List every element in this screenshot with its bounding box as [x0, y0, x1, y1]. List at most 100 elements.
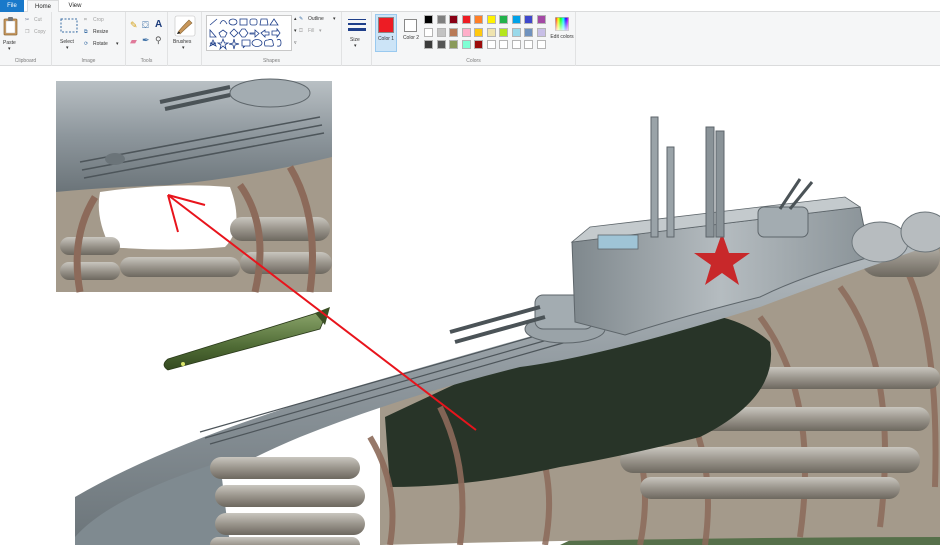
edit-colors-button[interactable]: Edit colors — [550, 14, 574, 52]
color-swatch[interactable] — [511, 27, 521, 37]
color-swatch[interactable] — [461, 15, 471, 24]
group-colors: Color 1 Color 2 Edit colors Colors — [372, 12, 576, 66]
chevron-down-icon: ▾ — [8, 46, 11, 52]
chevron-down-icon: ▾ — [116, 41, 119, 47]
color-swatch[interactable] — [499, 40, 508, 49]
copy-label: Copy — [34, 29, 46, 35]
gallery-expand-icon[interactable]: ▿ — [294, 40, 297, 46]
color2-button[interactable]: Color 2 — [400, 14, 422, 52]
paste-button[interactable]: Paste ▾ — [2, 15, 20, 52]
rotate-label: Rotate — [93, 41, 108, 47]
ribbon-tab-bar: File Home View — [0, 0, 940, 13]
eraser-icon[interactable]: ▰ — [130, 36, 137, 47]
color-swatch[interactable] — [474, 15, 483, 24]
outline-icon: ✎ — [299, 16, 304, 22]
color-swatch[interactable] — [486, 40, 496, 49]
color-swatch[interactable] — [499, 15, 508, 24]
torpedo-illustration — [163, 307, 330, 371]
fill-button[interactable]: ⛋ Fill ▾ — [299, 28, 329, 36]
chevron-down-icon: ▾ — [182, 45, 185, 51]
pencil-icon[interactable]: ✎ — [130, 20, 138, 31]
brush-icon — [174, 15, 196, 37]
cut-button[interactable]: ✂ Cut — [25, 17, 49, 25]
shapes-gallery[interactable] — [206, 15, 292, 51]
text-tool-icon[interactable]: A — [155, 19, 162, 30]
fill-icon: ⛋ — [299, 28, 303, 34]
rotate-button[interactable]: ⟳ Rotate ▾ — [84, 41, 124, 49]
group-label-image: Image — [81, 58, 96, 64]
color-swatch[interactable] — [436, 27, 446, 37]
group-brushes[interactable]: Brushes ▾ — [168, 12, 202, 66]
clipboard-icon — [3, 17, 18, 36]
color-swatch[interactable] — [511, 40, 521, 49]
outline-button[interactable]: ✎ Outline ▾ — [299, 16, 341, 24]
group-label-colors: Colors — [466, 58, 481, 64]
color-wheel-icon — [555, 17, 569, 31]
color-swatch[interactable] — [524, 15, 533, 24]
crop-button[interactable]: ⌗ Crop — [84, 17, 120, 25]
zoom-inset-image — [56, 78, 332, 293]
paint-window: File Home View Paste ▾ ✂ Cut ❐ Copy Clip… — [0, 0, 940, 545]
color-swatch[interactable] — [449, 27, 458, 37]
group-tools: ✎ ⛋ A ▰ ✒ ⚲ Tools — [126, 12, 168, 66]
resize-button[interactable]: ⧉ Resize — [84, 29, 120, 37]
group-image: Select ▾ ⌗ Crop ⧉ Resize ⟳ Rotate ▾ Imag… — [52, 12, 126, 66]
color-swatch[interactable] — [486, 15, 496, 24]
line-thickness-icon — [348, 19, 366, 31]
color-picker-icon[interactable]: ✒ — [142, 35, 150, 46]
crop-icon: ⌗ — [84, 17, 87, 23]
resize-icon: ⧉ — [84, 29, 88, 35]
color1-label: Color 1 — [377, 36, 395, 42]
select-button[interactable]: Select ▾ — [58, 16, 80, 52]
resize-label: Resize — [93, 29, 109, 35]
color-swatch[interactable] — [449, 15, 458, 24]
fill-label: Fill — [308, 28, 315, 34]
color1-button[interactable]: Color 1 — [375, 14, 397, 52]
color-swatch[interactable] — [486, 27, 496, 37]
group-label-shapes: Shapes — [263, 58, 280, 64]
chevron-down-icon: ▾ — [354, 43, 357, 49]
tab-file[interactable]: File — [0, 0, 24, 12]
rotate-icon: ⟳ — [84, 41, 89, 47]
scissors-icon: ✂ — [25, 17, 30, 23]
chevron-down-icon: ▾ — [319, 28, 322, 34]
color-swatch[interactable] — [536, 27, 546, 37]
drawing-canvas[interactable] — [0, 67, 940, 545]
color-swatch[interactable] — [536, 40, 546, 49]
gallery-scroll-up-icon[interactable]: ▴ — [294, 16, 297, 22]
group-shapes: ▴ ▾ ▿ ✎ Outline ▾ ⛋ Fill ▾ Shapes — [202, 12, 342, 66]
color-swatch[interactable] — [524, 27, 533, 37]
tab-view[interactable]: View — [62, 0, 88, 12]
color-swatch[interactable] — [461, 27, 471, 37]
fill-bucket-icon[interactable]: ⛋ — [142, 20, 149, 31]
chevron-down-icon: ▾ — [333, 16, 336, 22]
color-swatch[interactable] — [449, 40, 458, 49]
color-swatch[interactable] — [461, 40, 471, 49]
magnifier-icon[interactable]: ⚲ — [155, 35, 162, 46]
color-swatch[interactable] — [511, 15, 521, 24]
cut-label: Cut — [34, 17, 42, 23]
color2-label: Color 2 — [402, 35, 420, 41]
copy-icon: ❐ — [25, 29, 30, 35]
shapes-gallery-icons — [209, 18, 282, 50]
gallery-scroll-down-icon[interactable]: ▾ — [294, 28, 297, 34]
group-label-tools: Tools — [140, 58, 153, 64]
color-swatch[interactable] — [536, 15, 546, 24]
group-size[interactable]: Size ▾ — [342, 12, 372, 66]
color-swatch[interactable] — [424, 27, 433, 37]
color-swatch[interactable] — [499, 27, 508, 37]
copy-button[interactable]: ❐ Copy — [25, 29, 51, 37]
color-swatch[interactable] — [474, 27, 483, 37]
color-swatch[interactable] — [524, 40, 533, 49]
color-swatch[interactable] — [436, 15, 446, 24]
color-swatch[interactable] — [436, 40, 446, 49]
outline-label: Outline — [308, 16, 324, 22]
color-swatch[interactable] — [474, 40, 483, 49]
color-swatch[interactable] — [424, 15, 433, 24]
color-palette — [424, 15, 550, 53]
canvas-image — [56, 78, 940, 545]
color-swatch[interactable] — [424, 40, 433, 49]
ribbon-home: Paste ▾ ✂ Cut ❐ Copy Clipboard Select ▾ — [0, 12, 940, 66]
color1-swatch — [378, 17, 394, 33]
selection-rectangle-icon — [60, 18, 78, 33]
